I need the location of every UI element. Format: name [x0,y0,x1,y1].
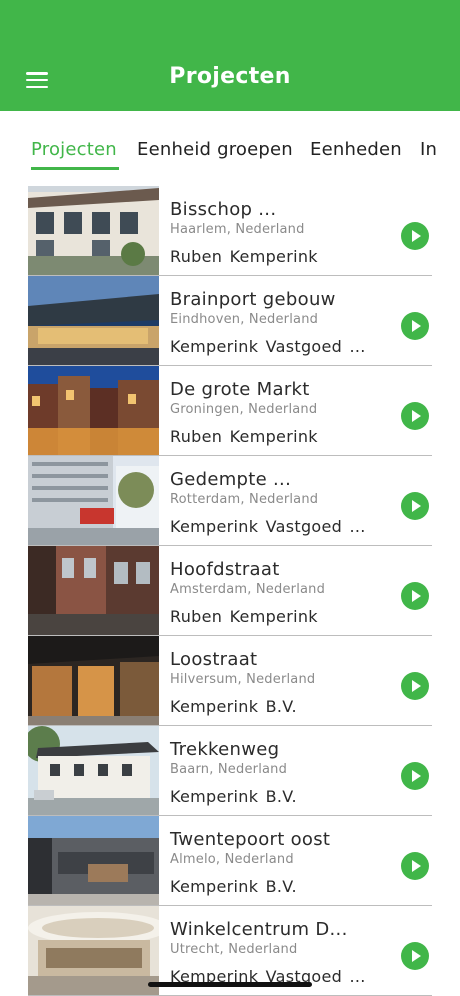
project-row[interactable]: Bisschop ... Haarlem, Nederland Ruben Ke… [28,186,432,276]
play-icon[interactable] [401,762,429,790]
project-owner: Kemperink B.V. [170,877,297,896]
play-icon[interactable] [401,942,429,970]
play-icon[interactable] [401,582,429,610]
tab-projecten[interactable]: Projecten [31,139,117,160]
project-name: Brainport gebouw [170,289,336,310]
project-location: Utrecht, Nederland [170,942,298,957]
app-bar: Projecten [0,0,460,111]
project-row[interactable]: Trekkenweg Baarn, Nederland Kemperink B.… [28,726,432,816]
project-location: Baarn, Nederland [170,762,288,777]
project-thumbnail [28,276,159,365]
project-owner: Ruben Kemperink [170,427,318,446]
project-thumbnail [28,546,159,635]
project-name: Twentepoort oost [170,829,331,850]
project-row[interactable]: Twentepoort oost Almelo, Nederland Kempe… [28,816,432,906]
project-location: Rotterdam, Nederland [170,492,319,507]
project-location: Groningen, Nederland [170,402,318,417]
project-row[interactable]: De grote Markt Groningen, Nederland Rube… [28,366,432,456]
project-thumbnail [28,366,159,455]
page-title: Projecten [169,64,291,89]
project-row[interactable]: Loostraat Hilversum, Nederland Kemperink… [28,636,432,726]
play-icon[interactable] [401,672,429,700]
project-thumbnail [28,456,159,545]
project-location: Eindhoven, Nederland [170,312,319,327]
play-icon[interactable] [401,852,429,880]
project-thumbnail [28,906,159,995]
project-thumbnail [28,726,159,815]
active-tab-indicator [31,167,119,170]
project-row[interactable]: Brainport gebouw Eindhoven, Nederland Ke… [28,276,432,366]
project-name: De grote Markt [170,379,310,400]
project-location: Almelo, Nederland [170,852,294,867]
project-owner: Kemperink B.V. [170,787,297,806]
project-name: Winkelcentrum D... [170,919,348,940]
project-owner: Ruben Kemperink [170,247,318,266]
project-thumbnail [28,816,159,905]
tab-in[interactable]: In [420,139,437,160]
project-thumbnail [28,186,159,275]
project-owner: Ruben Kemperink [170,607,318,626]
project-name: Loostraat [170,649,258,670]
project-thumbnail [28,636,159,725]
project-owner: Kemperink B.V. [170,697,297,716]
project-name: Hoofdstraat [170,559,280,580]
play-icon[interactable] [401,312,429,340]
project-location: Hilversum, Nederland [170,672,316,687]
tab-eenheid-groepen[interactable]: Eenheid groepen [137,139,293,160]
project-name: Bisschop ... [170,199,277,220]
play-icon[interactable] [401,402,429,430]
play-icon[interactable] [401,492,429,520]
project-owner: Kemperink Vastgoed ... [170,337,366,356]
project-name: Trekkenweg [170,739,280,760]
home-indicator [148,982,312,987]
tab-eenheden[interactable]: Eenheden [310,139,402,160]
project-name: Gedempte ... [170,469,292,490]
project-location: Haarlem, Nederland [170,222,305,237]
project-row[interactable]: Gedempte ... Rotterdam, Nederland Kemper… [28,456,432,546]
project-list: Bisschop ... Haarlem, Nederland Ruben Ke… [28,186,432,996]
project-location: Amsterdam, Nederland [170,582,326,597]
project-row[interactable]: Hoofdstraat Amsterdam, Nederland Ruben K… [28,546,432,636]
project-owner: Kemperink Vastgoed ... [170,517,366,536]
tab-bar: Projecten Eenheid groepen Eenheden In [0,111,460,173]
play-icon[interactable] [401,222,429,250]
